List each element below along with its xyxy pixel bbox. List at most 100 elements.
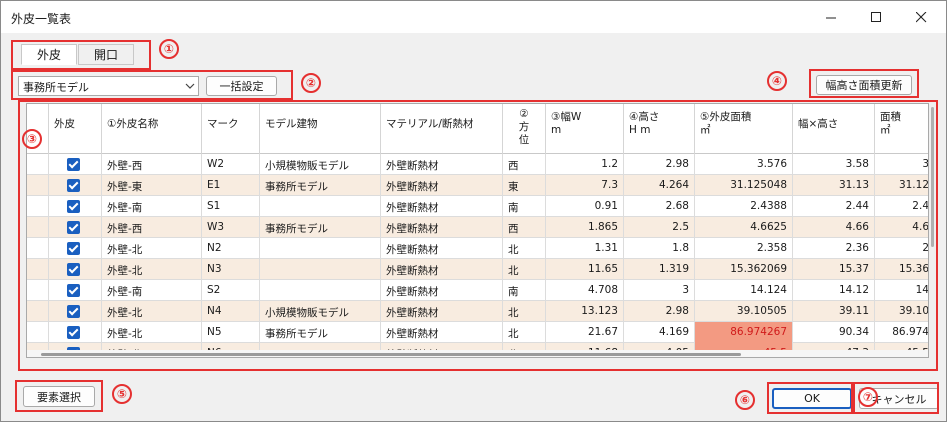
cell-wxh[interactable]: 31.13 bbox=[793, 175, 875, 196]
horizontal-scrollbar[interactable] bbox=[27, 350, 928, 357]
tab-gaihi[interactable]: 外皮 bbox=[21, 44, 77, 65]
checkbox-checked-icon[interactable] bbox=[67, 200, 80, 213]
cell-model[interactable] bbox=[260, 196, 381, 217]
cell-name[interactable]: 外壁-北 bbox=[102, 259, 202, 280]
cell-name[interactable]: 外壁-西 bbox=[102, 217, 202, 238]
cell-wxh[interactable]: 4.66 bbox=[793, 217, 875, 238]
checkbox-checked-icon[interactable] bbox=[67, 242, 80, 255]
header-area[interactable]: ⑤外皮面積 ㎡ bbox=[695, 104, 793, 154]
cell-name[interactable]: 外壁-東 bbox=[102, 175, 202, 196]
cell-wxh[interactable]: 2.44 bbox=[793, 196, 875, 217]
cell-name[interactable]: 外壁-南 bbox=[102, 280, 202, 301]
header-mark[interactable]: マーク bbox=[202, 104, 260, 154]
cell-h[interactable]: 1.8 bbox=[624, 238, 695, 259]
bulk-set-button[interactable]: 一括設定 bbox=[206, 76, 277, 96]
checkbox-checked-icon[interactable] bbox=[67, 221, 80, 234]
row-header-cell[interactable] bbox=[27, 301, 49, 322]
cell-name[interactable]: 外壁-西 bbox=[102, 154, 202, 175]
cell-dir[interactable]: 北 bbox=[503, 322, 546, 343]
cell-h[interactable]: 2.98 bbox=[624, 154, 695, 175]
cell-model[interactable]: 事務所モデル bbox=[260, 217, 381, 238]
cell-w[interactable]: 4.708 bbox=[546, 280, 624, 301]
cell-area[interactable]: 4.6625 bbox=[695, 217, 793, 238]
cell-area2[interactable]: 15.36 bbox=[875, 259, 928, 280]
cell-mark[interactable]: N5 bbox=[202, 322, 260, 343]
cell-material[interactable]: 外壁断熱材 bbox=[381, 280, 503, 301]
row-header-cell[interactable] bbox=[27, 217, 49, 238]
cell-h[interactable]: 4.264 bbox=[624, 175, 695, 196]
row-header-cell[interactable] bbox=[27, 280, 49, 301]
cell-mark[interactable]: W3 bbox=[202, 217, 260, 238]
cell-dir[interactable]: 北 bbox=[503, 238, 546, 259]
cell-model[interactable]: 小規模物販モデル bbox=[260, 154, 381, 175]
table-row[interactable]: 外壁-北 N4 小規模物販モデル 外壁断熱材北 13.123 2.98 39.10505 39… bbox=[27, 301, 928, 322]
cell-area2[interactable]: 39.10 bbox=[875, 301, 928, 322]
header-gaihi[interactable]: 外皮 bbox=[49, 104, 102, 154]
header-area2[interactable]: 面積 ㎡ bbox=[875, 104, 928, 154]
cell-material[interactable]: 外壁断熱材 bbox=[381, 217, 503, 238]
header-name[interactable]: ①外皮名称 bbox=[102, 104, 202, 154]
cell-model[interactable]: 事務所モデル bbox=[260, 322, 381, 343]
table-row[interactable]: 外壁-南 S1 外壁断熱材南 0.91 2.68 2.4388 2.44 2.4 bbox=[27, 196, 928, 217]
cell-h[interactable]: 2.5 bbox=[624, 217, 695, 238]
header-width[interactable]: ③幅W m bbox=[546, 104, 624, 154]
checkbox-checked-icon[interactable] bbox=[67, 158, 80, 171]
header-height[interactable]: ④高さ H m bbox=[624, 104, 695, 154]
cell-name[interactable]: 外壁-北 bbox=[102, 301, 202, 322]
cell-material[interactable]: 外壁断熱材 bbox=[381, 154, 503, 175]
cell-wxh[interactable]: 90.34 bbox=[793, 322, 875, 343]
cell-wxh[interactable]: 14.12 bbox=[793, 280, 875, 301]
row-header-cell[interactable] bbox=[27, 322, 49, 343]
maximize-icon[interactable] bbox=[854, 1, 899, 33]
cell-material[interactable]: 外壁断熱材 bbox=[381, 196, 503, 217]
row-header-cell[interactable] bbox=[27, 238, 49, 259]
cell-dir[interactable]: 西 bbox=[503, 154, 546, 175]
cell-area[interactable]: 3.576 bbox=[695, 154, 793, 175]
row-header-cell[interactable] bbox=[27, 259, 49, 280]
row-header-cell[interactable] bbox=[27, 154, 49, 175]
cell-area2[interactable]: 31.12 bbox=[875, 175, 928, 196]
cell-area[interactable]: 2.4388 bbox=[695, 196, 793, 217]
cell-material[interactable]: 外壁断熱材 bbox=[381, 175, 503, 196]
update-dimensions-button[interactable]: 幅高さ面積更新 bbox=[816, 75, 912, 95]
cell-w[interactable]: 1.31 bbox=[546, 238, 624, 259]
header-model[interactable]: モデル建物 bbox=[260, 104, 381, 154]
table-row[interactable]: 外壁-南 S2 外壁断熱材南 4.708 3 14.124 14.12 14 bbox=[27, 280, 928, 301]
cell-dir[interactable]: 南 bbox=[503, 280, 546, 301]
row-header-cell[interactable] bbox=[27, 196, 49, 217]
cell-dir[interactable]: 西 bbox=[503, 217, 546, 238]
cell-area[interactable]: 86.974267 bbox=[695, 322, 793, 343]
cell-model[interactable] bbox=[260, 259, 381, 280]
cell-h[interactable]: 2.98 bbox=[624, 301, 695, 322]
checkbox-checked-icon[interactable] bbox=[67, 179, 80, 192]
cell-name[interactable]: 外壁-南 bbox=[102, 196, 202, 217]
table-row[interactable]: 外壁-西 W2 小規模物販モデル 外壁断熱材西 1.2 2.98 3.576 3.58 3 bbox=[27, 154, 928, 175]
select-element-button[interactable]: 要素選択 bbox=[23, 386, 95, 407]
checkbox-checked-icon[interactable] bbox=[67, 263, 80, 276]
cell-wxh[interactable]: 3.58 bbox=[793, 154, 875, 175]
cell-area[interactable]: 15.362069 bbox=[695, 259, 793, 280]
cell-wxh[interactable]: 15.37 bbox=[793, 259, 875, 280]
cell-h[interactable]: 3 bbox=[624, 280, 695, 301]
row-header-cell[interactable] bbox=[27, 175, 49, 196]
cell-material[interactable]: 外壁断熱材 bbox=[381, 322, 503, 343]
header-material[interactable]: マテリアル/断熱材 bbox=[381, 104, 503, 154]
table-row[interactable]: 外壁-西 W3 事務所モデル 外壁断熱材西 1.865 2.5 4.6625 4.66 4.6 bbox=[27, 217, 928, 238]
cell-w[interactable]: 11.65 bbox=[546, 259, 624, 280]
checkbox-checked-icon[interactable] bbox=[67, 284, 80, 297]
cell-material[interactable]: 外壁断熱材 bbox=[381, 301, 503, 322]
cell-model[interactable]: 小規模物販モデル bbox=[260, 301, 381, 322]
cell-area[interactable]: 39.10505 bbox=[695, 301, 793, 322]
cell-w[interactable]: 7.3 bbox=[546, 175, 624, 196]
cell-mark[interactable]: S1 bbox=[202, 196, 260, 217]
ok-button[interactable]: OK bbox=[772, 388, 852, 409]
cell-w[interactable]: 21.67 bbox=[546, 322, 624, 343]
cell-name[interactable]: 外壁-北 bbox=[102, 322, 202, 343]
cell-area2[interactable]: 86.974 bbox=[875, 322, 928, 343]
horizontal-scroll-thumb[interactable] bbox=[41, 353, 741, 356]
cell-wxh[interactable]: 2.36 bbox=[793, 238, 875, 259]
cell-wxh[interactable]: 39.11 bbox=[793, 301, 875, 322]
cell-mark[interactable]: N3 bbox=[202, 259, 260, 280]
close-icon[interactable] bbox=[899, 1, 944, 33]
header-direction[interactable]: ② 方 位 bbox=[503, 104, 546, 154]
